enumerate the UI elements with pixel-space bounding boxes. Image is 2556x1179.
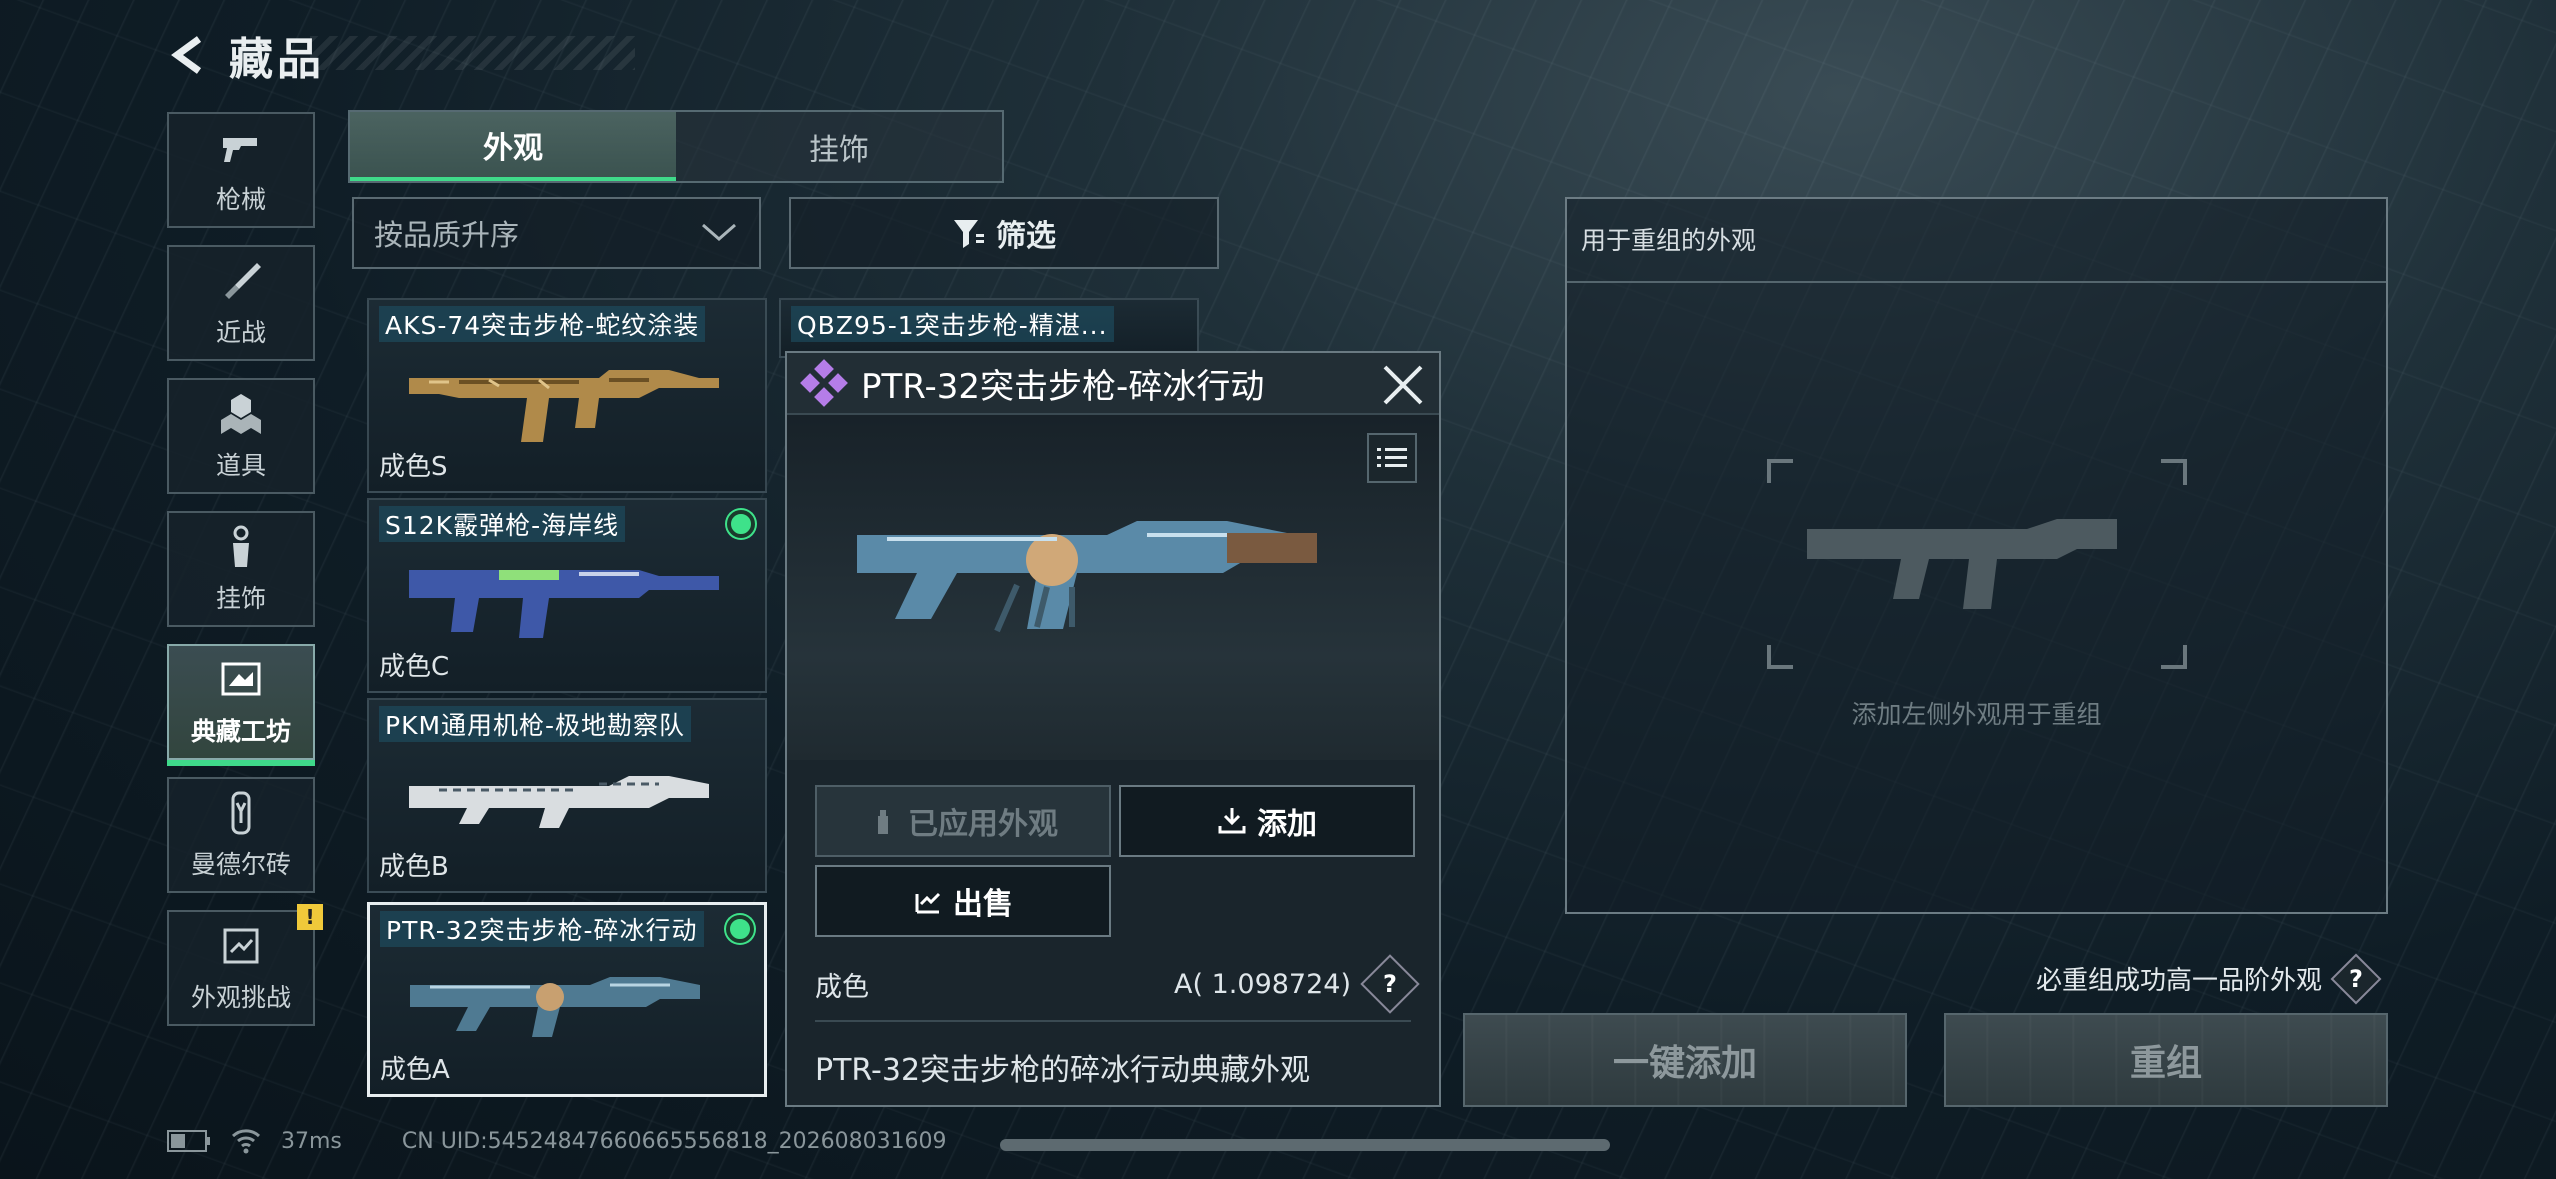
skin-grade: 成色B — [379, 852, 449, 882]
recombine-button[interactable]: 重组 — [1944, 1013, 2388, 1107]
details-list-button[interactable] — [1367, 433, 1417, 483]
back-button[interactable] — [165, 31, 213, 79]
one-click-add-button[interactable]: 一键添加 — [1463, 1013, 1907, 1107]
notification-badge: ! — [297, 904, 323, 930]
list-icon — [1377, 448, 1407, 467]
spray-icon — [878, 810, 888, 834]
tab-charms[interactable]: 挂饰 — [676, 112, 1002, 181]
tab-bar: 外观 挂饰 — [348, 110, 1004, 183]
grenade-icon — [221, 394, 261, 434]
grade-label: 成色 — [815, 971, 869, 1003]
sidebar-item-mandel-brick[interactable]: 曼德尔砖 — [167, 777, 315, 893]
skin-grade: 成色S — [379, 452, 448, 482]
popup-title: PTR-32突击步枪-碎冰行动 — [861, 366, 1265, 407]
knife-icon — [225, 263, 261, 299]
challenge-icon — [223, 928, 259, 964]
sidebar-item-guns[interactable]: 枪械 — [167, 112, 315, 228]
skin-card[interactable]: QBZ95-1突击步枪-精湛... — [779, 298, 1199, 358]
rifle-silhouette-icon — [1807, 519, 2117, 609]
rarity-diamond-icon — [800, 359, 848, 407]
equipped-indicator — [726, 915, 754, 943]
skin-image — [409, 570, 719, 638]
battery-icon — [167, 1130, 210, 1152]
note-text: 必重组成功高一品阶外观 — [2036, 966, 2323, 996]
add-button[interactable]: 添加 — [1119, 785, 1415, 857]
skin-large-image — [857, 521, 1317, 633]
skin-name: PTR-32突击步枪-碎冰行动 — [380, 911, 704, 947]
applied-label: 已应用外观 — [908, 807, 1058, 842]
sell-button[interactable]: 出售 — [815, 865, 1111, 937]
popup-skin-preview — [787, 415, 1439, 760]
home-indicator[interactable] — [1000, 1139, 1610, 1151]
one-click-add-label: 一键添加 — [1612, 1043, 1757, 1084]
skin-card[interactable]: AKS-74突击步枪-蛇纹涂装 成色S — [367, 298, 767, 493]
recombine-hint: 添加左侧外观用于重组 — [1851, 700, 2102, 729]
sidebar-item-charms[interactable]: 挂饰 — [167, 511, 315, 627]
sidebar-item-gear[interactable]: 道具 — [167, 378, 315, 494]
skin-grade: 成色A — [380, 1055, 450, 1085]
skin-description: PTR-32突击步枪的碎冰行动典藏外观 — [815, 1053, 1311, 1088]
chevron-down-icon — [702, 223, 736, 241]
skin-image — [409, 776, 709, 828]
equipped-indicator — [727, 510, 755, 538]
applied-skin-button[interactable]: 已应用外观 — [815, 785, 1111, 857]
recombine-panel: 用于重组的外观 添加左侧外观用于重组 — [1565, 197, 2388, 914]
download-icon — [1218, 808, 1246, 834]
sell-label: 出售 — [953, 887, 1013, 922]
gun-icon — [223, 138, 257, 162]
help-icon[interactable]: ? — [2330, 953, 2382, 1004]
grade-value: A( 1.098724) — [1174, 968, 1351, 1000]
grade-value-group: A( 1.098724) ? — [1174, 954, 1420, 1014]
sell-icon — [915, 892, 941, 914]
sidebar-item-melee[interactable]: 近战 — [167, 245, 315, 361]
brick-icon — [231, 791, 251, 835]
help-icon[interactable]: ? — [1360, 954, 1420, 1014]
back-arrow-icon — [171, 36, 202, 74]
divider — [815, 1020, 1411, 1022]
skin-grade: 成色C — [379, 652, 450, 682]
skin-card[interactable]: PKM通用机枪-极地勘察队 成色B — [367, 698, 767, 893]
grade-row: 成色 A( 1.098724) ? — [815, 954, 1420, 1014]
skin-card[interactable]: S12K霰弹枪-海岸线 成色C — [367, 498, 767, 693]
skin-name: QBZ95-1突击步枪-精湛... — [791, 306, 1114, 342]
status-footer: 37ms CN UID:545248476606655568​18_202608… — [167, 1128, 947, 1154]
skin-name: AKS-74突击步枪-蛇纹涂装 — [379, 306, 706, 342]
add-label: 添加 — [1257, 807, 1317, 842]
close-icon[interactable] — [1381, 363, 1425, 407]
wifi-icon — [231, 1129, 261, 1154]
skin-name: PKM通用机枪-极地勘察队 — [379, 706, 692, 742]
skin-image — [410, 977, 700, 1037]
workshop-icon — [221, 662, 261, 696]
filter-icon — [954, 220, 984, 248]
filter-button[interactable]: 筛选 — [789, 197, 1219, 269]
skin-image — [409, 370, 719, 442]
recombine-label: 重组 — [2129, 1043, 2202, 1084]
recombine-note: 必重组成功高一品阶外观 ? — [2036, 953, 2382, 1004]
divider — [1567, 281, 2386, 283]
sort-label: 按品质升序 — [374, 218, 520, 252]
skin-detail-popup: PTR-32突击步枪-碎冰行动 已应用外观 添加 出售 成色 A( 1.0987… — [785, 351, 1441, 1107]
tab-appearance[interactable]: 外观 — [350, 112, 676, 181]
recombine-slot-placeholder[interactable] — [1767, 459, 2187, 669]
filter-label: 筛选 — [996, 219, 1056, 254]
user-uid: CN UID:545248476606655568​18_20260803160… — [401, 1128, 947, 1154]
skin-name: S12K霰弹枪-海岸线 — [379, 506, 626, 542]
sidebar-item-workshop[interactable]: 典藏工坊 — [167, 644, 315, 766]
sort-dropdown[interactable]: 按品质升序 — [352, 197, 761, 269]
title-decoration — [310, 36, 635, 70]
skin-card-selected[interactable]: PTR-32突击步枪-碎冰行动 成色A — [367, 902, 767, 1097]
ping-value: 37ms — [281, 1128, 342, 1154]
sidebar-item-skin-challenge[interactable]: 外观挑战 ! — [167, 904, 323, 1026]
popup-header: PTR-32突击步枪-碎冰行动 — [787, 353, 1439, 415]
recombine-title: 用于重组的外观 — [1581, 226, 1757, 255]
charm-icon — [233, 525, 249, 567]
